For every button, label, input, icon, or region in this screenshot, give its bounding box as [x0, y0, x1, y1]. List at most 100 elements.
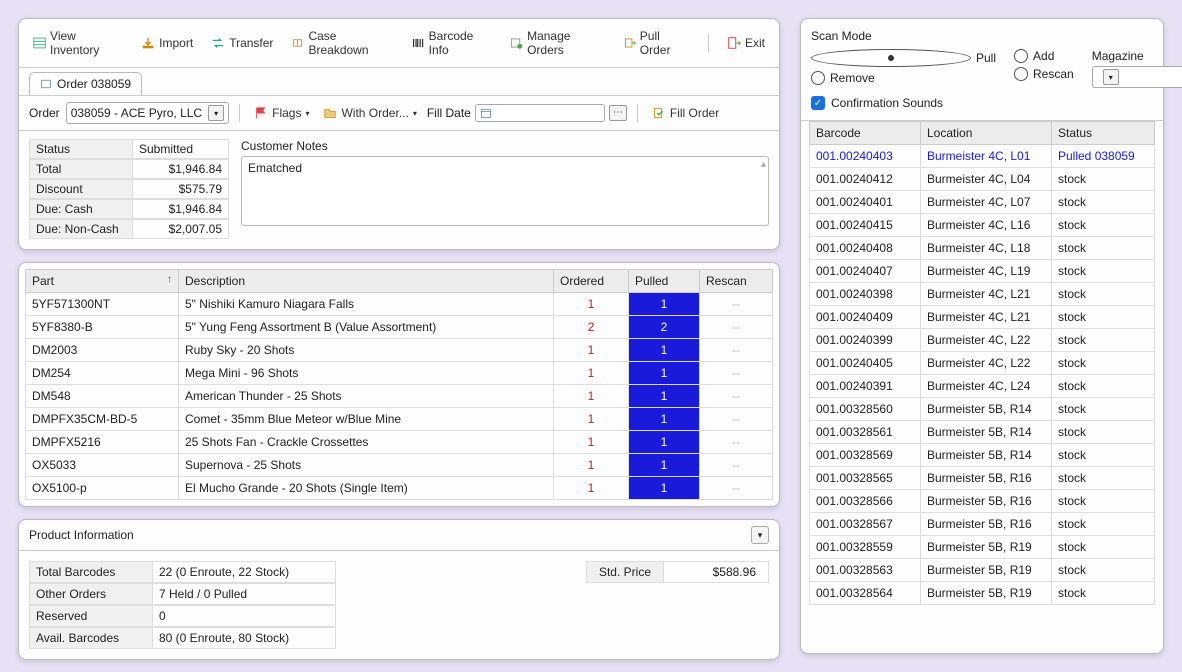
table-row[interactable]: 001.00240408 Burmeister 4C, L18 stock	[810, 237, 1155, 260]
order-select[interactable]: 038059 - ACE Pyro, LLC▾	[66, 102, 229, 124]
collapse-button[interactable]: ▾	[751, 526, 769, 544]
cell-barcode: 001.00240407	[810, 260, 921, 283]
table-row[interactable]: 001.00328567 Burmeister 5B, R16 stock	[810, 513, 1155, 536]
cell-barcode: 001.00328563	[810, 559, 921, 582]
cell-barcode: 001.00240403	[810, 145, 921, 168]
cell-pulled: 1	[629, 408, 700, 431]
table-row[interactable]: 001.00240398 Burmeister 4C, L21 stock	[810, 283, 1155, 306]
table-row[interactable]: 001.00240415 Burmeister 4C, L16 stock	[810, 214, 1155, 237]
order-tab[interactable]: Order 038059	[29, 72, 142, 95]
due-noncash-value: $2,007.05	[132, 219, 229, 239]
col-ordered[interactable]: Ordered	[554, 270, 629, 293]
cell-pulled: 1	[629, 385, 700, 408]
col-barcode[interactable]: Barcode	[810, 122, 921, 145]
cell-ordered: 1	[554, 339, 629, 362]
chevron-down-icon: ▾	[208, 105, 224, 121]
table-row[interactable]: 001.00328559 Burmeister 5B, R19 stock	[810, 536, 1155, 559]
cell-pulled: 1	[629, 454, 700, 477]
with-order-dropdown[interactable]: With Order...▾	[319, 104, 420, 122]
fill-date-input[interactable]	[475, 104, 605, 122]
fill-date-picker-button[interactable]: ⋯	[609, 105, 627, 121]
cell-location: Burmeister 5B, R16	[921, 467, 1052, 490]
table-row[interactable]: 001.00328560 Burmeister 5B, R14 stock	[810, 398, 1155, 421]
table-row[interactable]: 001.00240403 Burmeister 4C, L01 Pulled 0…	[810, 145, 1155, 168]
cell-rescan: --	[700, 339, 773, 362]
table-row[interactable]: OX5100-p El Mucho Grande - 20 Shots (Sin…	[26, 477, 773, 500]
cell-location: Burmeister 4C, L01	[921, 145, 1052, 168]
scroll-up-icon[interactable]: ▴	[761, 159, 766, 170]
table-row[interactable]: DM548 American Thunder - 25 Shots 1 1 --	[26, 385, 773, 408]
cell-location: Burmeister 4C, L04	[921, 168, 1052, 191]
table-row[interactable]: 001.00328564 Burmeister 5B, R19 stock	[810, 582, 1155, 605]
radio-pull[interactable]: Pull	[811, 49, 996, 67]
radio-rescan[interactable]: Rescan	[1014, 67, 1074, 81]
table-row[interactable]: 001.00240401 Burmeister 4C, L07 stock	[810, 191, 1155, 214]
table-row[interactable]: 001.00328563 Burmeister 5B, R19 stock	[810, 559, 1155, 582]
cell-barcode: 001.00240415	[810, 214, 921, 237]
cell-status: stock	[1052, 490, 1155, 513]
table-row[interactable]: 001.00240407 Burmeister 4C, L19 stock	[810, 260, 1155, 283]
cell-status: stock	[1052, 191, 1155, 214]
manage-orders-button[interactable]: Manage Orders	[506, 27, 609, 59]
flag-icon	[254, 106, 268, 120]
case-breakdown-label: Case Breakdown	[308, 29, 393, 57]
table-row[interactable]: DM2003 Ruby Sky - 20 Shots 1 1 --	[26, 339, 773, 362]
col-part[interactable]: Part	[26, 270, 179, 293]
col-pulled[interactable]: Pulled	[629, 270, 700, 293]
table-row[interactable]: 001.00240391 Burmeister 4C, L24 stock	[810, 375, 1155, 398]
barcode-info-button[interactable]: Barcode Info	[408, 27, 496, 59]
radio-add[interactable]: Add	[1014, 49, 1074, 63]
table-row[interactable]: 001.00240399 Burmeister 4C, L22 stock	[810, 329, 1155, 352]
fill-order-button[interactable]: Fill Order	[648, 104, 723, 122]
table-row[interactable]: 001.00240409 Burmeister 4C, L21 stock	[810, 306, 1155, 329]
import-button[interactable]: Import	[137, 34, 197, 52]
cell-pulled: 1	[629, 293, 700, 316]
view-inventory-button[interactable]: View Inventory	[29, 27, 127, 59]
cell-rescan: --	[700, 316, 773, 339]
fill-date-field: Fill Date ⋯	[427, 104, 627, 122]
cell-location: Burmeister 5B, R19	[921, 582, 1052, 605]
confirmation-sounds-checkbox[interactable]: ✓Confirmation Sounds	[811, 96, 1153, 110]
table-row[interactable]: DM254 Mega Mini - 96 Shots 1 1 --	[26, 362, 773, 385]
flags-dropdown[interactable]: Flags▾	[250, 104, 313, 122]
radio-remove[interactable]: Remove	[811, 71, 996, 85]
col-status[interactable]: Status	[1052, 122, 1155, 145]
parts-table: Part Description Ordered Pulled Rescan 5…	[25, 269, 773, 500]
table-row[interactable]: OX5033 Supernova - 25 Shots 1 1 --	[26, 454, 773, 477]
case-breakdown-button[interactable]: Case Breakdown	[287, 27, 397, 59]
folder-icon	[323, 106, 337, 120]
table-row[interactable]: 001.00328561 Burmeister 5B, R14 stock	[810, 421, 1155, 444]
cell-rescan: --	[700, 408, 773, 431]
table-row[interactable]: DMPFX5216 25 Shots Fan - Crackle Crosset…	[26, 431, 773, 454]
col-rescan[interactable]: Rescan	[700, 270, 773, 293]
cell-rescan: --	[700, 362, 773, 385]
table-row[interactable]: 001.00328569 Burmeister 5B, R14 stock	[810, 444, 1155, 467]
due-cash-label: Due: Cash	[29, 199, 132, 219]
cell-rescan: --	[700, 293, 773, 316]
cell-status: stock	[1052, 513, 1155, 536]
table-row[interactable]: 5YF571300NT 5" Nishiki Kamuro Niagara Fa…	[26, 293, 773, 316]
table-row[interactable]: DMPFX35CM-BD-5 Comet - 35mm Blue Meteor …	[26, 408, 773, 431]
notes-textarea[interactable]: Ematched▴	[241, 156, 769, 226]
table-row[interactable]: 001.00328565 Burmeister 5B, R16 stock	[810, 467, 1155, 490]
cell-location: Burmeister 5B, R14	[921, 421, 1052, 444]
table-row[interactable]: 001.00240405 Burmeister 4C, L22 stock	[810, 352, 1155, 375]
magazine-select[interactable]: ▾	[1092, 66, 1182, 88]
cell-ordered: 1	[554, 385, 629, 408]
cell-rescan: --	[700, 454, 773, 477]
cell-status: stock	[1052, 398, 1155, 421]
table-row[interactable]: 5YF8380-B 5" Yung Feng Assortment B (Val…	[26, 316, 773, 339]
pull-order-button[interactable]: Pull Order	[619, 27, 694, 59]
other-orders-label: Other Orders	[29, 583, 152, 605]
due-noncash-label: Due: Non-Cash	[29, 219, 132, 239]
summary-values: StatusSubmitted Total$1,946.84 Discount$…	[29, 139, 229, 239]
col-description[interactable]: Description	[179, 270, 554, 293]
cell-ordered: 1	[554, 293, 629, 316]
col-location[interactable]: Location	[921, 122, 1052, 145]
transfer-button[interactable]: Transfer	[207, 34, 277, 52]
price-value: $588.96	[663, 561, 769, 583]
cell-rescan: --	[700, 431, 773, 454]
exit-button[interactable]: Exit	[723, 34, 769, 52]
table-row[interactable]: 001.00240412 Burmeister 4C, L04 stock	[810, 168, 1155, 191]
table-row[interactable]: 001.00328566 Burmeister 5B, R16 stock	[810, 490, 1155, 513]
